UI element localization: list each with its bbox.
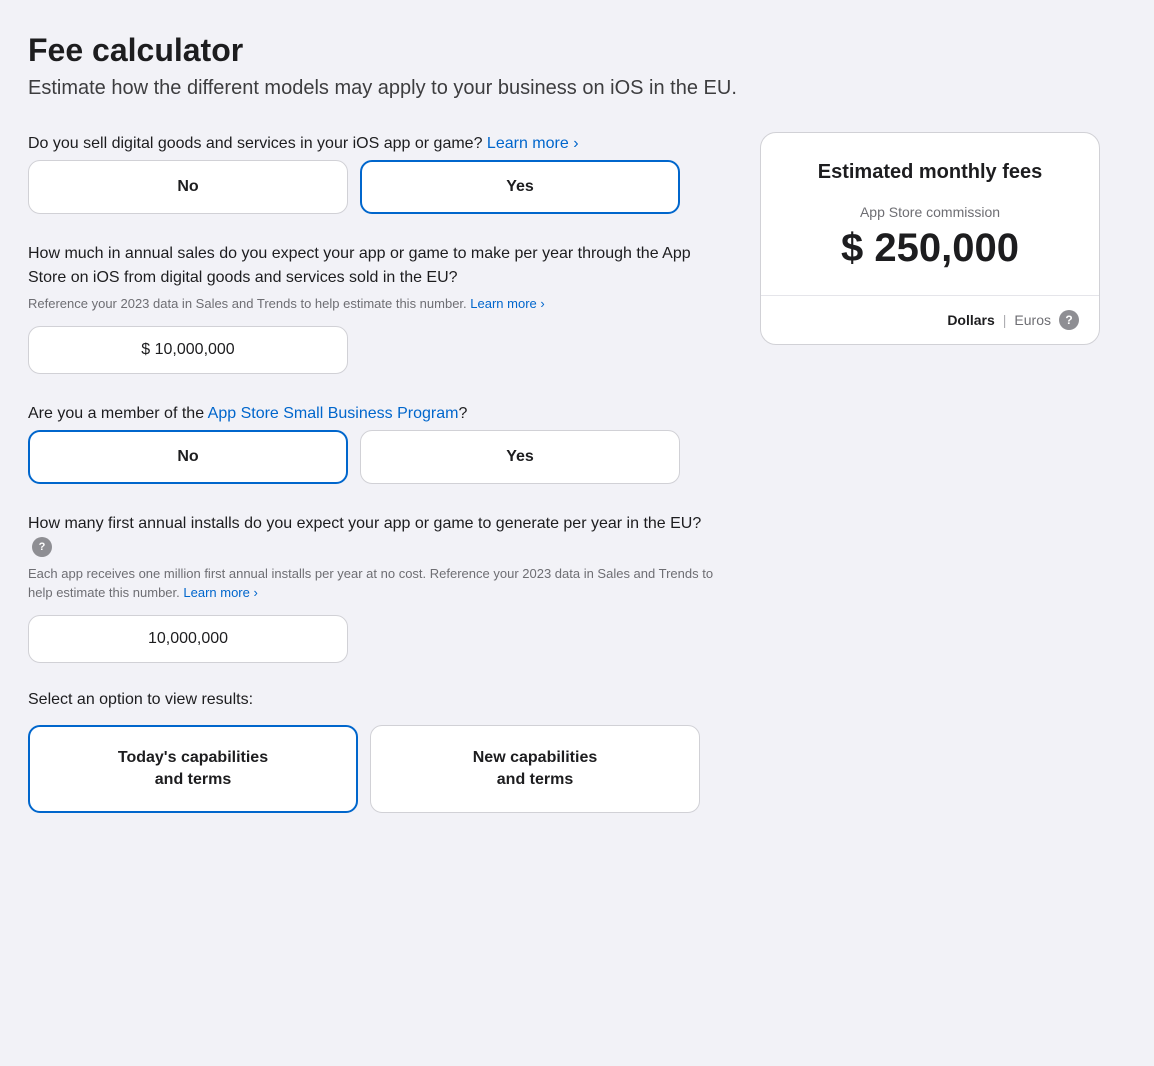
fees-footer: Dollars | Euros ? — [761, 295, 1099, 344]
q1-text: Do you sell digital goods and services i… — [28, 132, 728, 156]
q2-hint: Reference your 2023 data in Sales and Tr… — [28, 294, 728, 314]
q4-learn-more-link[interactable]: Learn more › — [183, 585, 257, 600]
estimated-fees-card: Estimated monthly fees App Store commiss… — [760, 132, 1100, 345]
fees-currency-dollars[interactable]: Dollars — [947, 312, 994, 328]
q2-input-wrapper — [28, 326, 348, 374]
q3-text: Are you a member of the App Store Small … — [28, 402, 728, 426]
q4-hint: Each app receives one million first annu… — [28, 564, 728, 603]
q1-yes-button[interactable]: Yes — [360, 160, 680, 214]
fees-amount: $ 250,000 — [785, 226, 1075, 271]
fees-currency-help-icon[interactable]: ? — [1059, 310, 1079, 330]
page-subtitle: Estimate how the different models may ap… — [28, 77, 1126, 100]
q1-no-button[interactable]: No — [28, 160, 348, 214]
q3-program-link[interactable]: App Store Small Business Program — [208, 405, 459, 422]
q5-block: Select an option to view results: Today'… — [28, 691, 728, 814]
q5-button-group: Today's capabilitiesand terms New capabi… — [28, 725, 728, 814]
left-panel: Do you sell digital goods and services i… — [28, 132, 728, 841]
fees-commission-label: App Store commission — [785, 204, 1075, 220]
q4-input-wrapper — [28, 615, 348, 663]
fees-currency-euros[interactable]: Euros — [1014, 312, 1051, 328]
q4-installs-input[interactable] — [28, 615, 348, 663]
currency-divider: | — [1003, 312, 1007, 328]
q2-block: How much in annual sales do you expect y… — [28, 242, 728, 374]
page-title: Fee calculator — [28, 32, 1126, 69]
q1-learn-more-link[interactable]: Learn more › — [487, 135, 579, 152]
fees-card-title: Estimated monthly fees — [785, 161, 1075, 184]
right-panel: Estimated monthly fees App Store commiss… — [760, 132, 1100, 345]
q3-no-button[interactable]: No — [28, 430, 348, 484]
q1-block: Do you sell digital goods and services i… — [28, 132, 728, 214]
q3-block: Are you a member of the App Store Small … — [28, 402, 728, 484]
q3-button-group: No Yes — [28, 430, 728, 484]
q2-sales-input[interactable] — [28, 326, 348, 374]
fees-main: Estimated monthly fees App Store commiss… — [761, 133, 1099, 295]
q2-text: How much in annual sales do you expect y… — [28, 242, 728, 290]
q5-new-button[interactable]: New capabilitiesand terms — [370, 725, 700, 814]
q5-today-button[interactable]: Today's capabilitiesand terms — [28, 725, 358, 814]
q5-label: Select an option to view results: — [28, 691, 728, 709]
q4-text: How many first annual installs do you ex… — [28, 512, 728, 560]
q2-learn-more-link[interactable]: Learn more › — [470, 296, 544, 311]
q1-button-group: No Yes — [28, 160, 728, 214]
q3-yes-button[interactable]: Yes — [360, 430, 680, 484]
q4-help-icon[interactable]: ? — [32, 537, 52, 557]
q4-block: How many first annual installs do you ex… — [28, 512, 728, 663]
